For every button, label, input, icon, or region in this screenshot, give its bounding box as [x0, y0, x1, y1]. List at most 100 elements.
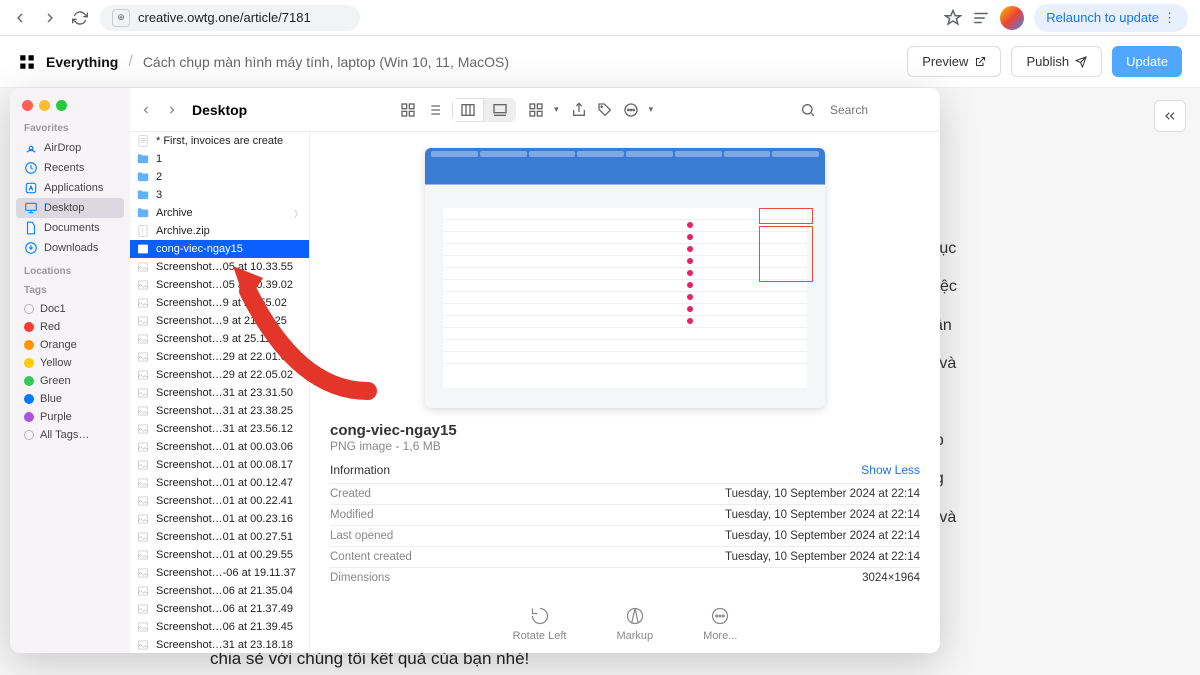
file-row[interactable]: 3 [130, 186, 309, 204]
group-icon[interactable] [528, 102, 544, 118]
finder-search-input[interactable] [830, 103, 930, 117]
site-info-icon[interactable]: ⊕ [112, 9, 130, 27]
recents-icon [24, 161, 38, 175]
file-row[interactable]: Screenshot…31 at 23.56.12 [130, 420, 309, 438]
file-row[interactable]: Screenshot…06 at 21.37.49 [130, 600, 309, 618]
file-row[interactable]: Screenshot…01 at 00.12.47 [130, 474, 309, 492]
file-row[interactable]: Screenshot…01 at 00.08.17 [130, 456, 309, 474]
file-row[interactable]: Screenshot…06 at 21.39.45 [130, 618, 309, 636]
file-row[interactable]: 2 [130, 168, 309, 186]
file-row[interactable]: * First, invoices are create [130, 132, 309, 150]
tag-orange[interactable]: Orange [16, 336, 124, 354]
sidebar-item-airdrop[interactable]: AirDrop [16, 138, 124, 158]
file-row[interactable]: Screenshot…01 at 00.27.51 [130, 528, 309, 546]
favorites-header: Favorites [24, 123, 124, 134]
finder-file-list: * First, invoices are create123Archive〉A… [130, 132, 310, 653]
profile-avatar-icon[interactable] [1000, 6, 1024, 30]
file-row[interactable]: Screenshot…01 at 00.29.55 [130, 546, 309, 564]
tag-dot-icon [24, 412, 34, 422]
tag-doc1[interactable]: Doc1 [16, 300, 124, 318]
article-text-fragment: mụcViệccầng vàoụpngg và [926, 230, 1186, 537]
sidebar-item-applications[interactable]: Applications [16, 178, 124, 198]
tag-alltags[interactable]: All Tags… [16, 426, 124, 444]
view-list-icon[interactable] [426, 102, 442, 118]
relaunch-button[interactable]: Relaunch to update⋮ [1034, 4, 1188, 32]
preview-subtitle: PNG image - 1,6 MB [330, 439, 920, 453]
preview-button[interactable]: Preview [907, 46, 1001, 77]
back-icon[interactable] [140, 102, 152, 118]
reload-icon[interactable] [72, 10, 88, 26]
info-row: CreatedTuesday, 10 September 2024 at 22:… [330, 483, 920, 504]
file-row[interactable]: Archive.zip [130, 222, 309, 240]
txt-icon [136, 134, 150, 148]
file-row[interactable]: cong-viec-ngay15 [130, 240, 309, 258]
tag-green[interactable]: Green [16, 372, 124, 390]
markup-button[interactable]: Markup [616, 606, 653, 642]
desktop-icon [24, 201, 38, 215]
img-icon [136, 602, 150, 616]
minimize-window-icon[interactable] [39, 100, 50, 111]
file-row[interactable]: Screenshot…31 at 23.18.18 [130, 636, 309, 653]
img-icon [136, 530, 150, 544]
sidebar-item-desktop[interactable]: Desktop [16, 198, 124, 218]
img-icon [136, 476, 150, 490]
finder-location: Desktop [192, 102, 247, 118]
update-button[interactable]: Update [1112, 46, 1182, 77]
img-icon [136, 584, 150, 598]
tag-purple[interactable]: Purple [16, 408, 124, 426]
address-bar[interactable]: ⊕ creative.owtg.one/article/7181 [100, 5, 360, 31]
view-gallery-icon[interactable] [484, 98, 516, 122]
file-row[interactable]: Screenshot…29 at 22.01.06 [130, 348, 309, 366]
file-row[interactable]: Screenshot…9 at 21.55.02 [130, 294, 309, 312]
view-icons-icon[interactable] [400, 102, 416, 118]
file-row[interactable]: Screenshot…29 at 22.05.02 [130, 366, 309, 384]
breadcrumb-root[interactable]: Everything [46, 54, 118, 70]
file-row[interactable]: Screenshot…-06 at 19.11.37 [130, 564, 309, 582]
file-row[interactable]: Screenshot…05 at 10.33.55 [130, 258, 309, 276]
file-row[interactable]: Screenshot…31 at 23.38.25 [130, 402, 309, 420]
file-row[interactable]: Screenshot…05 at 10.39.02 [130, 276, 309, 294]
file-row[interactable]: Screenshot…9 at 21.20.25 [130, 312, 309, 330]
file-row[interactable]: Screenshot…31 at 23.31.50 [130, 384, 309, 402]
browser-toolbar: ⊕ creative.owtg.one/article/7181 Relaunc… [0, 0, 1200, 36]
sidebar-item-recents[interactable]: Recents [16, 158, 124, 178]
img-icon [136, 404, 150, 418]
apps-grid-icon[interactable] [18, 53, 36, 71]
file-row[interactable]: Screenshot…01 at 00.22.41 [130, 492, 309, 510]
forward-icon[interactable] [42, 10, 58, 26]
tag-blue[interactable]: Blue [16, 390, 124, 408]
tag-yellow[interactable]: Yellow [16, 354, 124, 372]
more-button[interactable]: More... [703, 606, 737, 642]
bookmark-star-icon[interactable] [944, 9, 962, 27]
publish-button[interactable]: Publish [1011, 46, 1102, 77]
info-row: Last openedTuesday, 10 September 2024 at… [330, 525, 920, 546]
file-row[interactable]: Archive〉 [130, 204, 309, 222]
show-less-button[interactable]: Show Less [861, 463, 920, 477]
file-row[interactable]: Screenshot…9 at 25.11.12 [130, 330, 309, 348]
collapse-sidebar-button[interactable] [1154, 100, 1186, 132]
sidebar-item-downloads[interactable]: Downloads [16, 238, 124, 258]
file-row[interactable]: Screenshot…01 at 00.03.06 [130, 438, 309, 456]
maximize-window-icon[interactable] [56, 100, 67, 111]
file-row[interactable]: Screenshot…01 at 00.23.16 [130, 510, 309, 528]
share-icon[interactable] [571, 102, 587, 118]
close-window-icon[interactable] [22, 100, 33, 111]
img-icon [136, 440, 150, 454]
tag-red[interactable]: Red [16, 318, 124, 336]
finder-window: Favorites AirDropRecentsApplicationsDesk… [10, 88, 940, 653]
view-columns-icon[interactable] [452, 98, 484, 122]
finder-preview-pane: cong-viec-ngay15 PNG image - 1,6 MB Info… [310, 132, 940, 653]
back-icon[interactable] [12, 10, 28, 26]
documents-icon [24, 221, 38, 235]
airdrop-icon [24, 141, 38, 155]
tag-icon[interactable] [597, 102, 613, 118]
search-icon[interactable] [800, 102, 816, 118]
send-icon [1075, 56, 1087, 68]
forward-icon[interactable] [166, 102, 178, 118]
reading-list-icon[interactable] [972, 9, 990, 27]
sidebar-item-documents[interactable]: Documents [16, 218, 124, 238]
file-row[interactable]: Screenshot…06 at 21.35.04 [130, 582, 309, 600]
rotate-left-button[interactable]: Rotate Left [513, 606, 567, 642]
more-actions-icon[interactable] [623, 102, 639, 118]
file-row[interactable]: 1 [130, 150, 309, 168]
